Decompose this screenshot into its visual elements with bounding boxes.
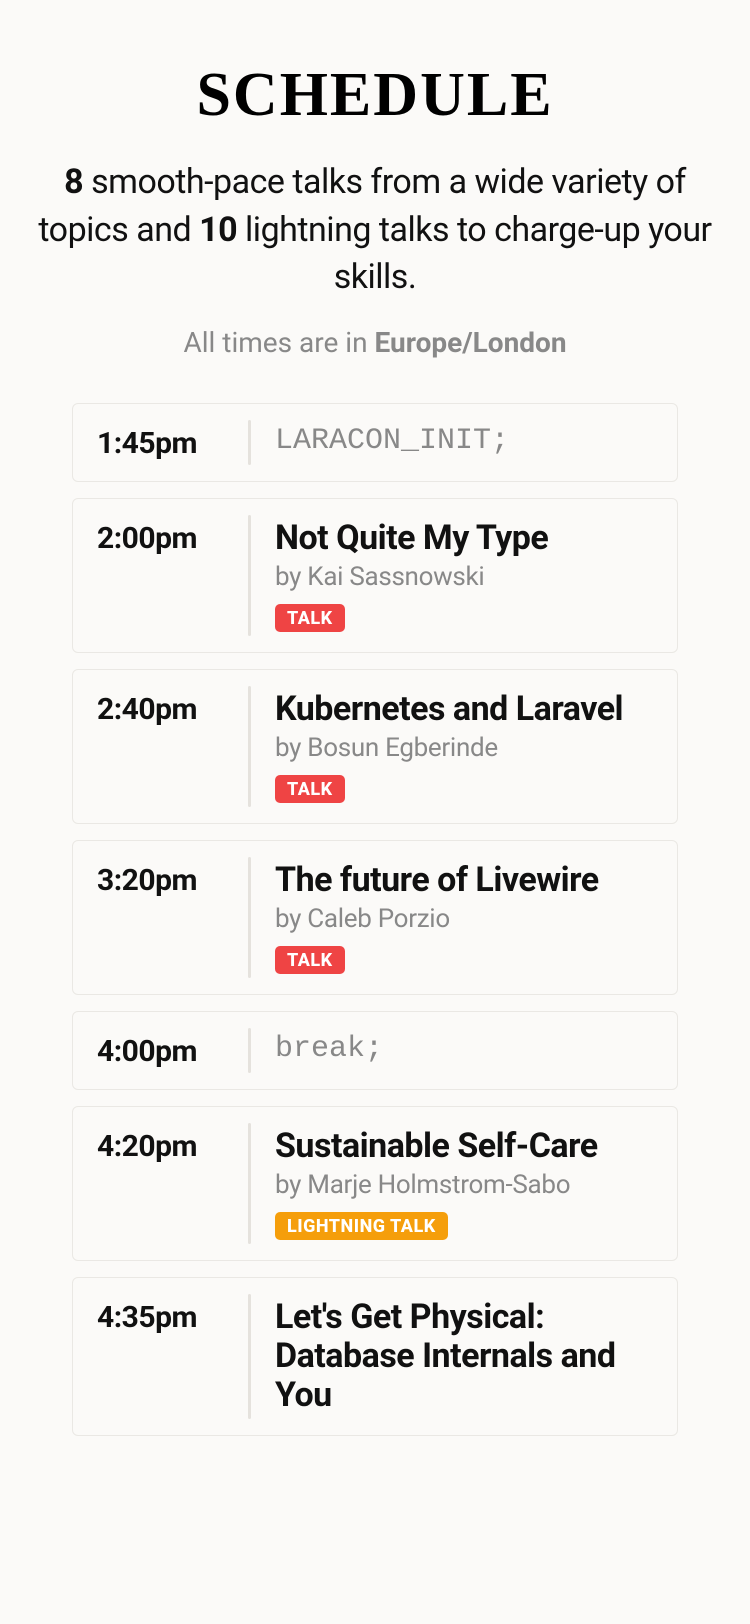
- lightning-badge: LIGHTNING TALK: [275, 1212, 448, 1240]
- schedule-item: 4:20pm Sustainable Self-Care by Marje Holm…: [72, 1106, 678, 1261]
- schedule-body: The future of Livewire by Caleb Porzio TAL…: [237, 861, 653, 974]
- schedule-item: 2:00pm Not Quite My Type by Kai Sassnowski…: [72, 498, 678, 653]
- talk-byline: by Marje Holmstrom-Sabo: [275, 1170, 653, 1200]
- subtitle-text-2: lightning talks to charge-up your skills…: [237, 210, 711, 298]
- talk-title: The future of Livewire: [275, 861, 653, 900]
- talk-byline: by Bosun Egberinde: [275, 733, 653, 763]
- talk-byline: by Caleb Porzio: [275, 904, 653, 934]
- page-title: Schedule: [30, 60, 720, 131]
- schedule-time: 1:45pm: [97, 424, 237, 461]
- timezone-value: Europe/London: [375, 326, 567, 359]
- talk-title: Kubernetes and Laravel: [275, 690, 653, 729]
- talk-byline: by Kai Sassnowski: [275, 562, 653, 592]
- schedule-body: Let's Get Physical: Database Internals a…: [237, 1298, 653, 1415]
- subtitle: 8 smooth-pace talks from a wide variety …: [30, 159, 720, 302]
- schedule-item: 1:45pm LARACON_INIT;: [72, 403, 678, 482]
- talk-badge: TALK: [275, 946, 345, 974]
- schedule-item: 4:00pm break;: [72, 1011, 678, 1090]
- schedule-code-title: LARACON_INIT;: [275, 424, 653, 458]
- schedule-body: Kubernetes and Laravel by Bosun Egberinde…: [237, 690, 653, 803]
- talk-title: Sustainable Self-Care: [275, 1127, 653, 1166]
- talk-title: Not Quite My Type: [275, 519, 653, 558]
- talks-count: 8: [64, 162, 83, 202]
- schedule-time: 4:35pm: [97, 1298, 237, 1415]
- schedule-time: 4:20pm: [97, 1127, 237, 1240]
- schedule-time: 4:00pm: [97, 1032, 237, 1069]
- schedule-body: break;: [237, 1032, 653, 1069]
- timezone-prefix: All times are in: [183, 326, 374, 359]
- schedule-body: Not Quite My Type by Kai Sassnowski TALK: [237, 519, 653, 632]
- talk-badge: TALK: [275, 775, 345, 803]
- timezone-note: All times are in Europe/London: [30, 326, 720, 359]
- schedule-list: 1:45pmLARACON_INIT;2:00pmNot Quite My Ty…: [30, 403, 720, 1437]
- schedule-time: 2:00pm: [97, 519, 237, 632]
- schedule-body: LARACON_INIT;: [237, 424, 653, 461]
- lightning-count: 10: [199, 210, 237, 250]
- talk-badge: TALK: [275, 604, 345, 632]
- schedule-code-title: break;: [275, 1032, 653, 1066]
- schedule-item: 3:20pm The future of Livewire by Caleb Por…: [72, 840, 678, 995]
- talk-title: Let's Get Physical: Database Internals a…: [275, 1298, 653, 1415]
- schedule-item: 4:35pm Let's Get Physical: Database Inter…: [72, 1277, 678, 1436]
- schedule-body: Sustainable Self-Care by Marje Holmstrom-…: [237, 1127, 653, 1240]
- schedule-item: 2:40pm Kubernetes and Laravel by Bosun Egb…: [72, 669, 678, 824]
- schedule-time: 3:20pm: [97, 861, 237, 974]
- schedule-time: 2:40pm: [97, 690, 237, 803]
